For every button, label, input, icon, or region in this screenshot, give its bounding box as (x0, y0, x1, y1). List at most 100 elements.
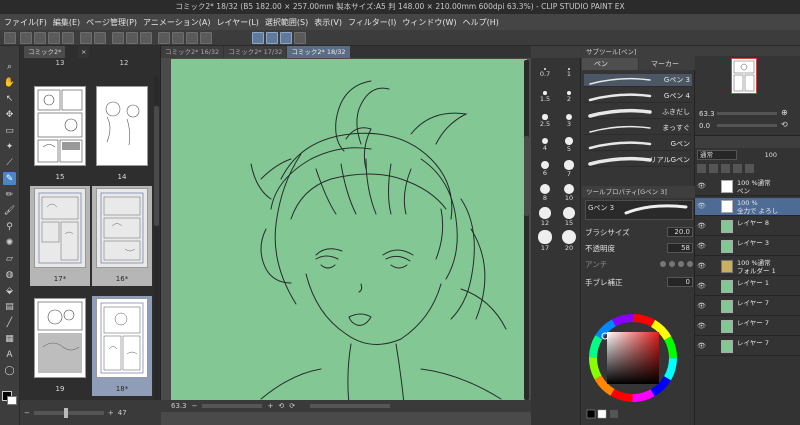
visibility-eye-icon[interactable]: 👁 (697, 262, 706, 270)
canvas-hscroll[interactable] (310, 404, 391, 408)
visibility-eye-icon[interactable]: 👁 (697, 342, 706, 350)
eraser-tool-icon[interactable]: ▱ (3, 252, 16, 265)
undo-icon[interactable] (80, 32, 92, 44)
canvas-zoom-in-icon[interactable]: + (267, 402, 273, 410)
drawing-canvas[interactable] (171, 59, 527, 403)
brush-size-preset[interactable]: 7 (559, 158, 579, 180)
zoom-out-icon[interactable]: − (24, 409, 30, 417)
menu-animation[interactable]: アニメーション(A) (143, 17, 210, 28)
selection-tool-icon[interactable]: ▭ (3, 124, 16, 137)
canvas-zoom-out-icon[interactable]: − (192, 402, 198, 410)
blend-tool-icon[interactable]: ◍ (3, 268, 16, 281)
subtool-brush-item[interactable]: Gペン 3 (584, 74, 692, 87)
visibility-eye-icon[interactable]: 👁 (697, 322, 706, 330)
gradient-tool-icon[interactable]: ▤ (3, 300, 16, 313)
layer-row[interactable]: 👁 100 % 全力で よろし (695, 198, 800, 216)
show-selection-icon[interactable] (200, 32, 212, 44)
zoom-in-icon[interactable]: + (108, 409, 114, 417)
opacity-input[interactable]: 58 (667, 243, 693, 253)
tab-pen[interactable]: ペン (582, 58, 638, 70)
navigator-zoom-slider[interactable] (717, 112, 777, 115)
subtool-brush-item[interactable]: ふきだし (584, 106, 692, 119)
navigator-preview[interactable] (731, 58, 757, 94)
page-thumbnail-17[interactable]: 17* (30, 186, 90, 286)
page-thumbnail-19[interactable]: 19 (30, 296, 90, 396)
subtool-brush-item[interactable]: まっすぐ (584, 122, 692, 135)
pages-scrollbar[interactable] (154, 106, 159, 226)
hand-tool-icon[interactable]: ✋ (3, 76, 16, 89)
brush-size-preset[interactable]: 15 (559, 206, 579, 228)
menu-page-management[interactable]: ページ管理(P) (86, 17, 137, 28)
menu-help[interactable]: ヘルプ(H) (463, 17, 499, 28)
layer-row[interactable]: 👁 100 %通常 フォルダー 1 (695, 258, 800, 276)
export-icon[interactable] (62, 32, 74, 44)
blend-mode-select[interactable]: 通常 (697, 150, 737, 160)
move-tool-icon[interactable]: ✥ (3, 108, 16, 121)
new-folder-icon[interactable] (721, 164, 730, 173)
redo-icon[interactable] (94, 32, 106, 44)
visibility-eye-icon[interactable]: 👁 (697, 222, 706, 230)
menu-file[interactable]: ファイル(F) (4, 17, 47, 28)
menu-edit[interactable]: 編集(E) (53, 17, 80, 28)
brush-size-preset[interactable]: 5 (559, 134, 579, 156)
menu-selection[interactable]: 選択範囲(S) (265, 17, 308, 28)
airbrush-tool-icon[interactable]: ⚲ (3, 220, 16, 233)
tab-marker[interactable]: マーカー (639, 58, 695, 70)
frame-tool-icon[interactable]: ▦ (3, 332, 16, 345)
pages-tab[interactable]: コミック2* (24, 46, 66, 58)
brush-size-preset[interactable]: 17 (535, 230, 555, 252)
clear-icon[interactable] (112, 32, 124, 44)
antialias-options[interactable] (660, 261, 693, 267)
open-folder-icon[interactable] (34, 32, 46, 44)
layer-row[interactable]: 👁 レイヤー 7 (695, 298, 800, 316)
ruler-icon[interactable] (294, 32, 306, 44)
brush-size-preset[interactable]: 4 (535, 134, 555, 156)
subtool-brush-item[interactable]: Gペン (584, 138, 692, 151)
special-ruler-snap-icon[interactable] (266, 32, 278, 44)
new-raster-layer-icon[interactable] (697, 164, 706, 173)
tab-page-18[interactable]: コミック2* 18/32 (287, 46, 350, 58)
menu-layer[interactable]: レイヤー(L) (216, 17, 258, 28)
tab-page-17[interactable]: コミック2* 17/32 (224, 46, 287, 58)
brush-size-preset[interactable]: 2 (559, 86, 579, 108)
operation-tool-icon[interactable]: ↖ (3, 92, 16, 105)
layer-row[interactable]: 👁 レイヤー 3 (695, 238, 800, 256)
rotate-left-icon[interactable]: ⟲ (278, 402, 284, 410)
save-icon[interactable] (48, 32, 60, 44)
expand-selection-icon[interactable] (186, 32, 198, 44)
brush-size-preset[interactable]: 2.5 (535, 110, 555, 132)
text-tool-icon[interactable]: A (3, 348, 16, 361)
layer-row[interactable]: 👁 100 %通常 ペン (695, 178, 800, 196)
layer-row[interactable]: 👁 レイヤー 7 (695, 318, 800, 336)
new-file-icon[interactable] (20, 32, 32, 44)
canvas-vscroll[interactable] (524, 136, 529, 216)
page-thumbnail-15[interactable]: 15 (30, 84, 90, 184)
invert-selection-icon[interactable] (172, 32, 184, 44)
subtool-brush-item[interactable]: リアルGペン (584, 154, 692, 167)
decoration-tool-icon[interactable]: ✺ (3, 236, 16, 249)
canvas-zoom-slider[interactable] (202, 404, 263, 408)
ruler-snap-icon[interactable] (252, 32, 264, 44)
pages-zoom-slider[interactable] (33, 407, 104, 418)
rotate-right-icon[interactable]: ⟳ (289, 402, 295, 410)
menu-window[interactable]: ウィンドウ(W) (402, 17, 456, 28)
page-thumbnail-14[interactable]: 14 (92, 84, 152, 184)
grid-snap-icon[interactable] (280, 32, 292, 44)
delete-layer-icon[interactable] (745, 164, 754, 173)
zoom-tool-icon[interactable]: ⌕ (3, 60, 16, 73)
page-thumbnail-16[interactable]: 16* (92, 186, 152, 286)
stabilization-input[interactable]: 0 (667, 277, 693, 287)
layer-opacity-value[interactable]: 100 (751, 150, 777, 160)
eyedropper-tool-icon[interactable]: ⟋ (3, 156, 16, 169)
brush-size-preset[interactable]: 0.7 (535, 62, 555, 84)
fill-tool-icon[interactable]: ⬙ (3, 284, 16, 297)
select-all-icon[interactable] (158, 32, 170, 44)
brush-size-preset[interactable]: 6 (535, 158, 555, 180)
tab-page-16[interactable]: コミック2* 16/32 (161, 46, 224, 58)
main-sub-color-icon[interactable] (2, 391, 17, 405)
layer-row[interactable]: 👁 レイヤー 8 (695, 218, 800, 236)
new-vector-layer-icon[interactable] (709, 164, 718, 173)
layer-row[interactable]: 👁 レイヤー 7 (695, 338, 800, 356)
brush-size-preset[interactable]: 1 (559, 62, 579, 84)
clip-studio-icon[interactable] (4, 32, 16, 44)
